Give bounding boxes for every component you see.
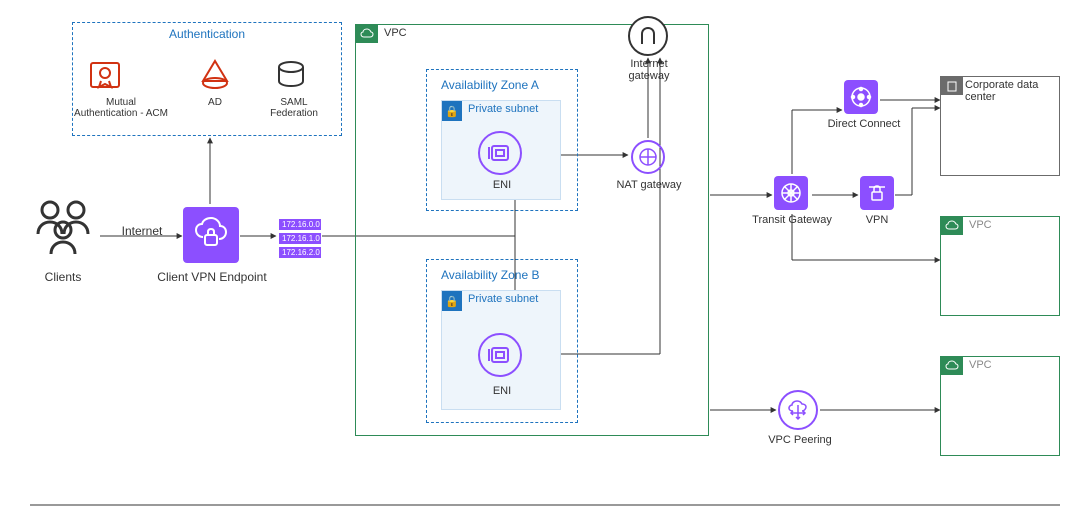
transit-gateway-icon: [774, 176, 808, 210]
corporate-data-center: Corporate data center: [940, 76, 1060, 176]
client-vpn-endpoint-icon: [183, 207, 239, 263]
clients-label: Clients: [28, 270, 98, 284]
private-subnet-b-title: Private subnet: [468, 293, 538, 305]
internet-gateway-label: Internet gateway: [614, 58, 684, 82]
vpc-peering-icon: [778, 390, 818, 430]
private-subnet-b: 🔒 Private subnet ENI: [441, 290, 561, 410]
availability-zone-a: Availability Zone A 🔒 Private subnet ENI: [426, 69, 578, 211]
vpn-label: VPN: [852, 214, 902, 226]
internet-label: Internet: [116, 224, 168, 238]
acm-icon: [87, 57, 123, 93]
direct-connect-label: Direct Connect: [824, 118, 904, 130]
vpc-right-3: VPC: [940, 356, 1060, 456]
cidr-item: 172.16.0.0: [278, 218, 322, 231]
client-vpn-endpoint-label: Client VPN Endpoint: [152, 270, 272, 284]
authentication-title: Authentication: [73, 27, 341, 41]
cloud-icon: [941, 217, 963, 235]
az-b-title: Availability Zone B: [441, 268, 540, 282]
transit-gateway-label: Transit Gateway: [744, 214, 840, 226]
direct-connect-icon: [844, 80, 878, 114]
internet-gateway-icon: [628, 16, 668, 56]
cidr-item: 172.16.2.0: [278, 246, 322, 259]
vpc-right-2: VPC: [940, 216, 1060, 316]
corporate-dc-label: Corporate data center: [965, 79, 1059, 103]
clients-icon: [28, 196, 98, 268]
vpc-main-label: VPC: [384, 27, 407, 39]
cidr-item: 172.16.1.0: [278, 232, 322, 245]
saml-icon: [273, 57, 309, 93]
availability-zone-b: Availability Zone B 🔒 Private subnet ENI: [426, 259, 578, 423]
cloud-icon: [941, 357, 963, 375]
vpc-main: VPC Availability Zone A 🔒 Private subnet…: [355, 24, 709, 436]
eni-a-label: ENI: [442, 179, 562, 191]
eni-a-icon: [478, 131, 522, 175]
authentication-group: Authentication Mutual Authentication - A…: [72, 22, 342, 136]
ad-label: AD: [189, 97, 241, 108]
vpn-icon: [860, 176, 894, 210]
saml-label: SAML Federation: [259, 97, 329, 119]
nat-gateway-label: NAT gateway: [604, 179, 694, 191]
vpc-peering-label: VPC Peering: [760, 434, 840, 446]
eni-b-icon: [478, 333, 522, 377]
cloud-icon: [356, 25, 378, 43]
private-subnet-a-title: Private subnet: [468, 103, 538, 115]
lock-icon: 🔒: [442, 101, 462, 121]
cidr-list: 172.16.0.0 172.16.1.0 172.16.2.0: [278, 218, 322, 260]
vpc-right-2-label: VPC: [969, 219, 992, 231]
acm-label: Mutual Authentication - ACM: [67, 97, 175, 119]
private-subnet-a: 🔒 Private subnet ENI: [441, 100, 561, 200]
az-a-title: Availability Zone A: [441, 78, 539, 92]
eni-b-label: ENI: [442, 385, 562, 397]
vpc-right-3-label: VPC: [969, 359, 992, 371]
building-icon: [941, 77, 963, 95]
ad-icon: [197, 57, 233, 93]
nat-gateway-icon: [631, 140, 665, 174]
lock-icon: 🔒: [442, 291, 462, 311]
